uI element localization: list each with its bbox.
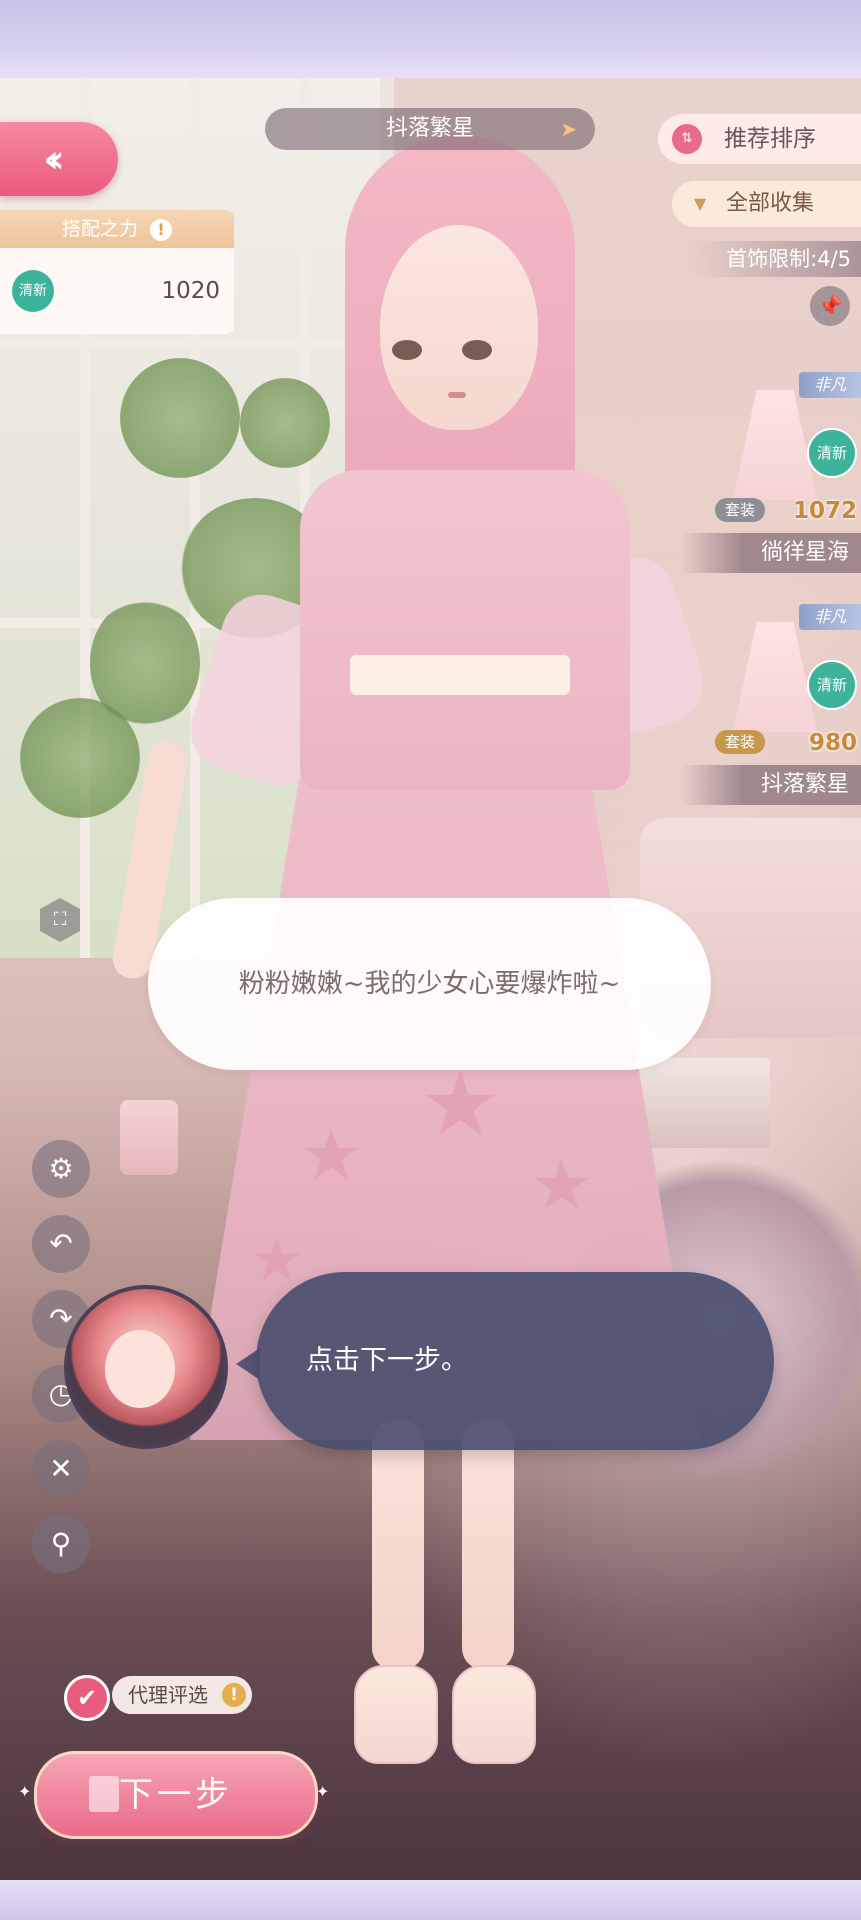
check-icon: ✔ (76, 1684, 98, 1712)
dress-thumbnail (733, 622, 817, 732)
delete-button[interactable]: ✕ (32, 1440, 90, 1498)
match-power-panel: 搭配之力 ! 清新 1020 (0, 210, 234, 334)
card-score: 980 (808, 730, 857, 756)
triangle-down-icon: ▼ (694, 194, 707, 213)
character-speech-bubble: 粉粉嫩嫩~我的少女心要爆炸啦~ (148, 898, 711, 1070)
style-badge: 清新 (807, 428, 857, 478)
outfit-card-1[interactable]: 非凡 清新 套装 1072 (715, 372, 861, 524)
dress-thumbnail (733, 390, 817, 500)
outfit-card-2[interactable]: 非凡 清新 套装 980 (715, 604, 861, 756)
style-badge: 清新 (807, 660, 857, 710)
search-icon: ⚲ (50, 1527, 72, 1560)
outfit-name-label: 抖落繁星 (385, 116, 474, 141)
settings-button[interactable]: ⚙ (32, 1140, 90, 1198)
accessory-limit: 首饰限制:4/5 (690, 241, 861, 277)
match-power-title: 搭配之力 (61, 218, 138, 240)
search-button[interactable]: ⚲ (32, 1515, 90, 1573)
info-icon[interactable]: ! (222, 1683, 246, 1707)
double-chevron-left-icon: ‹‹ (43, 137, 65, 181)
outfit-name-bar[interactable]: 抖落繁星 ➤ (265, 108, 595, 150)
proxy-checkbox[interactable]: ✔ (64, 1675, 110, 1721)
info-icon[interactable]: ! (150, 218, 173, 241)
card-title-2: 抖落繁星 (680, 765, 861, 805)
arrow-right-icon: ➤ (560, 117, 577, 141)
undo-button[interactable]: ↶ (32, 1215, 90, 1273)
sort-label: 推荐排序 (724, 126, 816, 152)
guide-speech-bubble[interactable]: 点击下一步。 (256, 1272, 774, 1450)
set-tag: 套装 (715, 730, 766, 754)
match-power-score: 1020 (161, 278, 220, 304)
sort-icon: ⇅ (672, 124, 702, 154)
sparkle-icon: ✦ (316, 1782, 330, 1801)
top-frame (0, 0, 861, 78)
sparkle-icon: ✦ (18, 1782, 32, 1801)
handbag-icon (120, 1100, 178, 1175)
redo-icon: ↷ (49, 1302, 73, 1335)
document-icon (89, 1776, 119, 1812)
gear-icon: ⚙ (48, 1152, 74, 1185)
trash-icon: ✕ (49, 1452, 73, 1485)
card-title-1: 徜徉星海 (680, 533, 861, 573)
next-step-button[interactable]: 下一步 (34, 1751, 318, 1839)
bottom-frame (0, 1880, 861, 1920)
filter-button[interactable]: ▼ 全部收集 (672, 181, 861, 227)
undo-icon: ↶ (49, 1227, 73, 1260)
style-badge: 清新 (12, 270, 54, 312)
guide-avatar-face (105, 1330, 175, 1408)
rarity-tag: 非凡 (799, 372, 861, 398)
match-power-header: 搭配之力 ! (0, 210, 234, 248)
back-button[interactable]: ‹‹ (0, 122, 118, 196)
next-step-label: 下一步 (119, 1775, 233, 1815)
sort-button[interactable]: ⇅ 推荐排序 (658, 114, 861, 164)
set-tag: 套装 (715, 498, 766, 522)
pin-icon[interactable]: 📌 (810, 286, 850, 326)
card-score: 1072 (792, 498, 857, 524)
proxy-evaluation-label[interactable]: 代理评选 ! (112, 1676, 252, 1714)
rarity-tag: 非凡 (799, 604, 861, 630)
filter-label: 全部收集 (726, 191, 815, 216)
proxy-label-text: 代理评选 (128, 1683, 208, 1707)
